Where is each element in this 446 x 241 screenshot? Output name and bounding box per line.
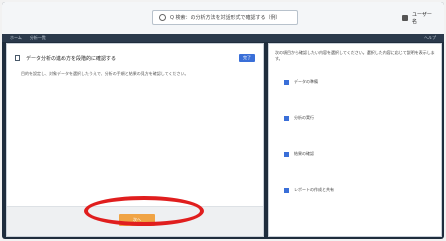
nav-item-analysis[interactable]: 分析一覧 — [30, 35, 46, 41]
document-icon — [15, 55, 20, 61]
option-item[interactable]: 分析の実行 — [284, 114, 314, 122]
right-panel: 次の項目から確認したい内容を選択してください。選択した内容に応じて説明を表示しま… — [268, 43, 442, 237]
option-label: 結果の確認 — [294, 151, 314, 156]
panel-header: データ分析の進め方を段階的に確認する 完了 — [15, 52, 255, 64]
search-bar[interactable]: Q 検索：の分析方法を対話形式で確認する（例） — [152, 10, 298, 25]
search-title: Q 検索：の分析方法を対話形式で確認する（例） — [170, 15, 281, 21]
app-window: Q 検索：の分析方法を対話形式で確認する（例） ユーザー名 ホーム 分析一覧 ヘ… — [2, 2, 444, 239]
top-bar: Q 検索：の分析方法を対話形式で確認する（例） ユーザー名 — [2, 2, 444, 35]
panel-description: 目的を設定し、対象データを選択したうえで、分析の手順と結果の見方を確認してくださ… — [21, 71, 189, 76]
option-label: レポートの作成と共有 — [294, 187, 334, 192]
user-icon — [402, 14, 408, 21]
square-bullet-icon — [284, 115, 289, 121]
option-label: データの準備 — [294, 79, 318, 84]
nav-help[interactable]: ヘルプ — [424, 35, 436, 41]
highlight-ellipse — [84, 196, 204, 226]
status-badge: 完了 — [239, 54, 255, 62]
square-bullet-icon — [284, 187, 289, 193]
option-item[interactable]: データの準備 — [284, 78, 318, 86]
user-name: ユーザー名 — [412, 11, 432, 25]
nav-bar: ホーム 分析一覧 ヘルプ — [2, 34, 444, 42]
user-menu[interactable]: ユーザー名 — [402, 11, 436, 25]
panel-title: データ分析の進め方を段階的に確認する — [26, 55, 117, 62]
square-bullet-icon — [284, 79, 289, 85]
option-item[interactable]: 結果の確認 — [284, 150, 314, 158]
option-label: 分析の実行 — [294, 115, 314, 120]
right-panel-description: 次の項目から確認したい内容を選択してください。選択した内容に応じて説明を表示しま… — [275, 50, 435, 61]
option-item[interactable]: レポートの作成と共有 — [284, 186, 334, 194]
search-icon — [159, 14, 166, 21]
square-bullet-icon — [284, 151, 289, 157]
nav-item-home[interactable]: ホーム — [10, 35, 22, 41]
